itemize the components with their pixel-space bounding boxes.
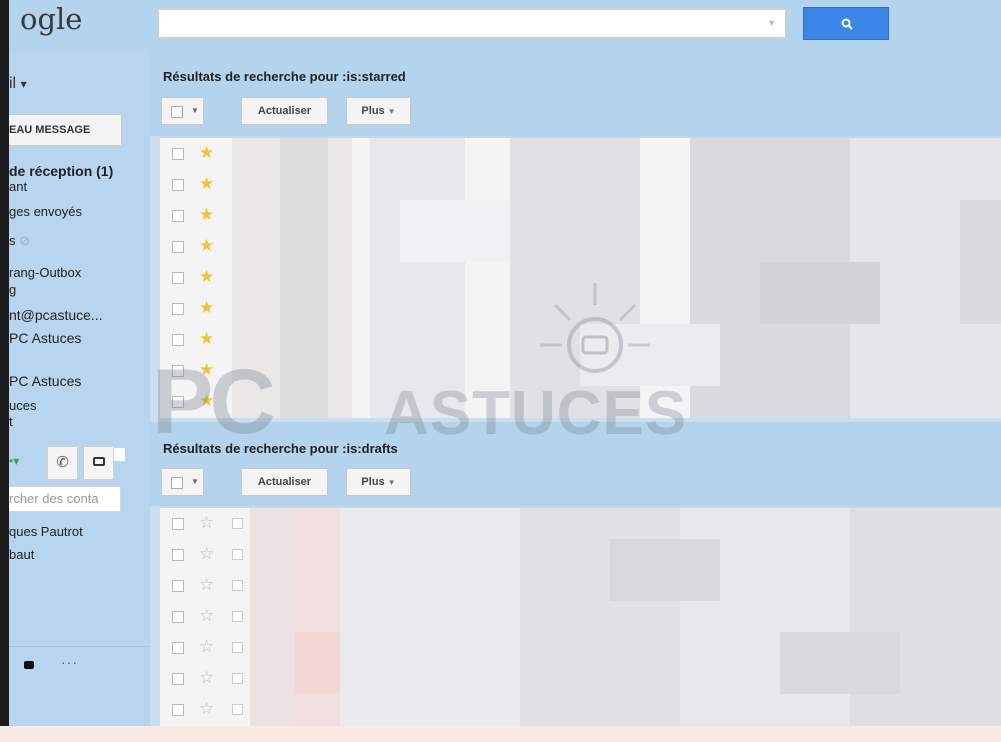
compose-button[interactable]: EAU MESSAGE <box>9 114 122 146</box>
star-icon[interactable]: ☆ <box>199 606 214 626</box>
starred-section-header: Résultats de recherche pour :is:starred … <box>150 50 1001 136</box>
search-input[interactable]: ▼ <box>158 9 786 38</box>
table-row[interactable]: ☆ <box>160 539 1001 570</box>
star-icon[interactable]: ★ <box>199 329 214 349</box>
star-icon[interactable]: ★ <box>199 143 214 163</box>
row-checkbox[interactable] <box>172 210 184 222</box>
sidebar: il ▾ EAU MESSAGE de réception (1) ant ge… <box>9 50 150 726</box>
watermark-text: ASTUCES <box>384 379 688 448</box>
refresh-button[interactable]: Actualiser <box>241 97 328 125</box>
star-icon[interactable]: ★ <box>199 174 214 194</box>
refresh-button[interactable]: Actualiser <box>241 468 328 496</box>
row-checkbox[interactable] <box>172 704 184 716</box>
table-row[interactable]: ☆ <box>160 694 1001 725</box>
row-checkbox[interactable] <box>172 272 184 284</box>
table-row[interactable]: ☆ <box>160 570 1001 601</box>
important-marker-icon[interactable] <box>232 518 243 529</box>
row-checkbox[interactable] <box>172 673 184 685</box>
more-button[interactable]: Plus ▼ <box>346 97 411 125</box>
watermark-logo: PC <box>152 351 276 453</box>
sidebar-divider <box>9 646 150 647</box>
important-marker-icon[interactable] <box>232 611 243 622</box>
sidebar-item-pc-astuces-2[interactable]: PC Astuces <box>9 373 81 389</box>
sidebar-item-boomerang-outbox[interactable]: rang-Outbox <box>9 265 81 280</box>
search-options-icon[interactable]: ▼ <box>767 18 776 28</box>
row-checkbox[interactable] <box>172 303 184 315</box>
table-row[interactable]: ☆ <box>160 632 1001 663</box>
sidebar-item-drafts[interactable]: s ⊘ <box>9 233 30 249</box>
sidebar-item-label: s <box>9 233 16 248</box>
search-button[interactable] <box>803 7 889 40</box>
more-button[interactable]: Plus ▼ <box>346 468 411 496</box>
table-row[interactable]: ☆ <box>160 663 1001 694</box>
important-marker-icon[interactable] <box>232 549 243 560</box>
mail-switcher[interactable]: il ▾ <box>9 75 27 93</box>
sidebar-item-inbox[interactable]: de réception (1) <box>9 163 113 179</box>
star-icon[interactable]: ★ <box>199 298 214 318</box>
select-all-checkbox[interactable]: ▼ <box>161 97 204 125</box>
more-button-label: Plus <box>361 476 385 488</box>
star-icon[interactable]: ☆ <box>199 513 214 533</box>
hangouts-status-icon[interactable]: •▾ <box>9 454 19 468</box>
row-checkbox[interactable] <box>172 241 184 253</box>
row-checkbox[interactable] <box>172 518 184 530</box>
row-checkbox[interactable] <box>172 611 184 623</box>
row-checkbox[interactable] <box>172 334 184 346</box>
contact-item[interactable]: ques Pautrot <box>9 524 83 539</box>
chat-icon[interactable] <box>83 446 114 480</box>
star-icon[interactable]: ☆ <box>199 575 214 595</box>
tag-icon: ⊘ <box>19 233 31 248</box>
table-row[interactable]: ★ <box>160 138 1001 169</box>
search-icon <box>841 18 853 30</box>
window-edge <box>0 0 9 742</box>
starred-title: Résultats de recherche pour :is:starred <box>163 69 406 84</box>
important-marker-icon[interactable] <box>232 704 243 715</box>
star-icon[interactable]: ☆ <box>199 637 214 657</box>
drafts-message-list: ☆ ☆ ☆ ☆ ☆ ☆ ☆ <box>160 508 1001 726</box>
table-row[interactable]: ★ <box>160 169 1001 200</box>
app-logo[interactable]: ogle <box>20 2 82 36</box>
table-row[interactable]: ★ <box>160 231 1001 262</box>
star-icon[interactable]: ☆ <box>199 699 214 719</box>
sidebar-item-label-g[interactable]: g <box>9 282 16 297</box>
contacts-search-input[interactable]: rcher des conta <box>9 486 121 512</box>
table-row[interactable]: ★ <box>160 200 1001 231</box>
select-all-checkbox[interactable]: ▼ <box>161 468 204 496</box>
more-icon[interactable]: ··· <box>61 654 78 670</box>
sidebar-item-sent[interactable]: ges envoyés <box>9 204 82 219</box>
table-row[interactable]: ☆ <box>160 601 1001 632</box>
important-marker-icon[interactable] <box>232 673 243 684</box>
row-checkbox[interactable] <box>172 642 184 654</box>
sidebar-item-pc-astuces[interactable]: PC Astuces <box>9 330 81 346</box>
table-row[interactable]: ☆ <box>160 508 1001 539</box>
star-icon[interactable]: ☆ <box>199 668 214 688</box>
mail-label: il <box>9 75 17 92</box>
sidebar-item-t[interactable]: t <box>9 414 13 429</box>
phone-icon[interactable]: ✆ <box>47 446 78 480</box>
sidebar-item-important[interactable]: ant <box>9 179 27 194</box>
chevron-down-icon: ▾ <box>20 77 27 91</box>
star-icon[interactable]: ★ <box>199 236 214 256</box>
important-marker-icon[interactable] <box>232 580 243 591</box>
row-checkbox[interactable] <box>172 179 184 191</box>
row-checkbox[interactable] <box>172 549 184 561</box>
important-marker-icon[interactable] <box>232 642 243 653</box>
chat-bubble-icon[interactable] <box>24 661 34 669</box>
more-button-label: Plus <box>361 105 385 117</box>
star-icon[interactable]: ★ <box>199 205 214 225</box>
star-icon[interactable]: ★ <box>199 267 214 287</box>
contact-item[interactable]: baut <box>9 547 34 562</box>
sidebar-item-account[interactable]: nt@pcastuce... <box>9 307 103 323</box>
sidebar-item-astuces[interactable]: uces <box>9 398 36 413</box>
bottom-strip <box>0 726 1001 742</box>
star-icon[interactable]: ☆ <box>199 544 214 564</box>
row-checkbox[interactable] <box>172 580 184 592</box>
row-checkbox[interactable] <box>172 148 184 160</box>
